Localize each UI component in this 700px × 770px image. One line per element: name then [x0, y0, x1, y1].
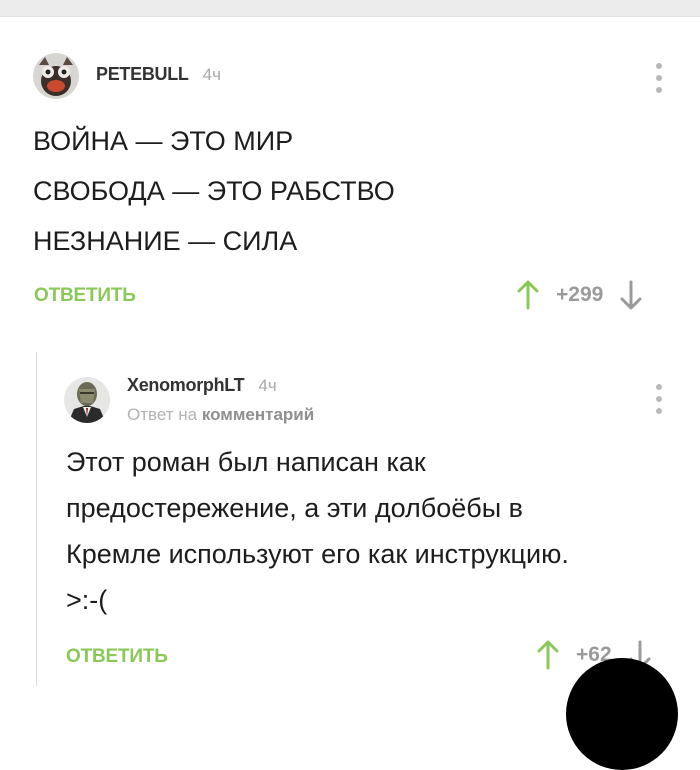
comment-header: PETEBULL 4ч [96, 64, 221, 85]
arrow-up-icon[interactable] [536, 640, 560, 670]
floating-action-button[interactable] [566, 658, 678, 770]
author-name[interactable]: PETEBULL [96, 64, 189, 85]
reply-to-info: Ответ на комментарий [127, 405, 314, 425]
reply-button[interactable]: ОТВЕТИТЬ [34, 285, 136, 307]
suit-man-avatar-icon [64, 377, 110, 423]
reply-to-prefix: Ответ на [127, 405, 198, 424]
comment-time: 4ч [202, 64, 221, 84]
vote-score: +299 [556, 283, 604, 306]
arrow-up-icon[interactable] [516, 280, 540, 310]
comment-text-line: предостережение, а эти долбоёбы в [66, 493, 524, 523]
comment-text-line: ВОЙНА — ЭТО МИР [33, 126, 294, 156]
reply-button[interactable]: ОТВЕТИТЬ [66, 646, 168, 668]
top-divider-bar [0, 0, 700, 17]
dog-avatar-icon [33, 53, 79, 99]
reply-to-link[interactable]: комментарий [202, 405, 314, 424]
comment-text-line: НЕЗНАНИЕ — СИЛА [33, 226, 298, 256]
thread-indent-line [36, 352, 37, 686]
arrow-down-icon[interactable] [619, 280, 643, 310]
more-vertical-icon[interactable] [652, 384, 666, 414]
comment-text-line: Этот роман был написан как [66, 447, 426, 477]
comment-time: 4ч [258, 375, 277, 395]
avatar[interactable] [64, 377, 110, 423]
comment-header: XenomorphLT 4ч [127, 375, 277, 396]
comment-text-line: >:-( [66, 585, 108, 615]
comment-text-line: Кремле используют его как инструкцию. [66, 539, 569, 569]
avatar[interactable] [33, 53, 79, 99]
comment-text-line: СВОБОДА — ЭТО РАБСТВО [33, 176, 395, 206]
vote-controls: +299 [516, 280, 643, 310]
author-name[interactable]: XenomorphLT [127, 375, 245, 396]
more-vertical-icon[interactable] [652, 63, 666, 93]
